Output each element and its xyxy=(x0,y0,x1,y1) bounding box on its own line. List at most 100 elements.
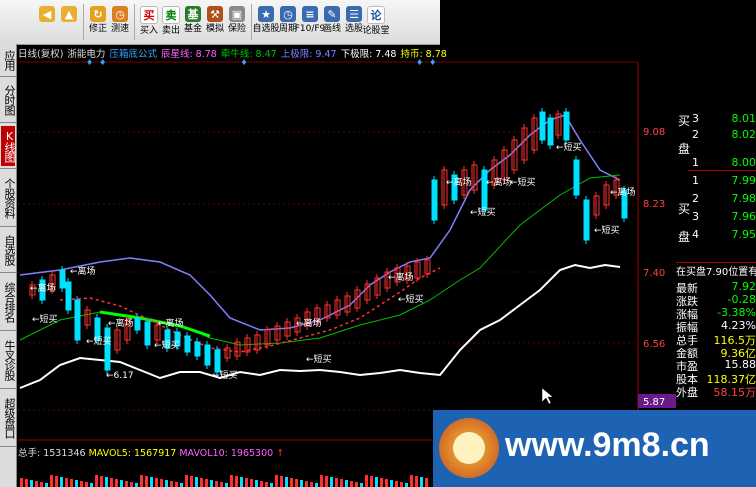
candle-body xyxy=(174,331,181,347)
candle-body xyxy=(471,164,478,191)
sidebar-tab-1[interactable]: 分时图 xyxy=(1,80,16,120)
sidebar-tab-3[interactable]: 个股资料 xyxy=(1,172,16,224)
volume-bar xyxy=(125,481,128,487)
candle-body xyxy=(264,329,271,346)
volume-bar xyxy=(235,476,238,487)
mouse-cursor-icon xyxy=(541,387,554,405)
signal-markers: ♦♦ ♦ ♦♦ xyxy=(86,58,443,67)
candle-body xyxy=(29,284,36,296)
toolbar-button-back[interactable]: ◀ xyxy=(36,2,58,42)
signal-annotation: ←短买 xyxy=(470,206,496,218)
volume-bar xyxy=(150,477,153,487)
lower-limit-line xyxy=(19,263,621,389)
volume-bar xyxy=(30,480,33,487)
order-book-row: 3 8.01 xyxy=(676,112,756,126)
toolbar-button-label: 选股 xyxy=(344,24,363,34)
sidebar-tab-7[interactable]: 超级盘口 xyxy=(1,392,16,444)
volume-bar xyxy=(425,478,428,487)
stat-row: 最新 7.92 xyxy=(676,280,756,295)
volume-bar xyxy=(105,477,108,487)
volume-bar xyxy=(20,478,23,487)
toolbar-button-label: 论股堂 xyxy=(362,26,390,36)
order-book-row: 2 7.98 xyxy=(676,192,756,206)
volume-bar xyxy=(210,480,213,487)
candle-body xyxy=(354,289,361,309)
volume-bar xyxy=(245,478,248,487)
toolbar-button-refresh[interactable]: ↻ 修正 xyxy=(87,2,109,42)
signal-annotation: ←短买 xyxy=(86,335,112,347)
order-book-price: 7.99 xyxy=(731,174,756,187)
signal-annotation: ←短买 xyxy=(556,141,582,153)
candle-body xyxy=(254,334,261,351)
lock-icon: ▣ xyxy=(229,6,245,22)
stat-row: 市盈 15.88 xyxy=(676,358,756,373)
toolbar-button-buy[interactable]: 买买入 xyxy=(138,2,160,42)
candle-body xyxy=(124,319,131,341)
volume-bar xyxy=(275,475,278,487)
sidebar-tab-4[interactable]: 自选股 xyxy=(1,230,16,270)
volume-bar xyxy=(185,475,188,487)
toolbar-button-hammer[interactable]: ⚒ 模拟 xyxy=(204,2,226,42)
toolbar-button-favorites[interactable]: ★ 自选股 xyxy=(253,2,280,42)
toolbar-button-f10[interactable]: ≡ F10/F9 xyxy=(295,2,325,42)
volume-bar xyxy=(390,480,393,487)
volume-bar xyxy=(300,480,303,487)
volume-bar xyxy=(385,479,388,487)
volume-bar xyxy=(320,475,323,487)
candle-body xyxy=(563,111,570,141)
toolbar-button-forum[interactable]: 论论股堂 xyxy=(362,2,390,42)
signal-annotation: ←短买 xyxy=(398,293,424,305)
toolbar-button-up-arrow[interactable]: ▲ xyxy=(58,2,80,42)
toolbar-button-clock[interactable]: ◷ 测速 xyxy=(109,2,131,42)
order-book-price: 7.96 xyxy=(731,210,756,223)
sidebar-separator xyxy=(0,168,16,169)
order-book-level: 2 xyxy=(692,128,699,141)
volume-bar xyxy=(25,479,28,487)
sidebar-tab-6[interactable]: 牛叉诊股 xyxy=(1,334,16,386)
volume-bar xyxy=(70,479,73,487)
stat-value: 58.15万 xyxy=(713,386,756,399)
toolbar-button-lock[interactable]: ▣ 保险 xyxy=(226,2,248,42)
sidebar-tab-2[interactable]: K线图 xyxy=(1,126,16,166)
stat-label: 外盘 xyxy=(676,386,698,399)
pen-icon: ✎ xyxy=(324,6,340,22)
volume-bar xyxy=(115,479,118,487)
toolbar-button-label: 卖出 xyxy=(161,26,180,36)
candle-body xyxy=(539,111,546,141)
toolbar-button-fund[interactable]: 基基金 xyxy=(182,2,204,42)
price-cursor-label: 5.87 xyxy=(643,397,665,408)
sidebar-tab-0[interactable]: 应用 xyxy=(1,46,16,74)
sell-icon: 卖 xyxy=(162,6,180,24)
volume-bar xyxy=(255,480,258,487)
toolbar-button-sell[interactable]: 卖卖出 xyxy=(160,2,182,42)
candle-body xyxy=(344,295,351,313)
quote-panel: 买 盘 买 盘 在买盘7.90位置有 3 8.01 2 8.02 1 8.00 1 7.99 2… xyxy=(676,110,756,410)
toolbar-separator xyxy=(251,4,252,40)
volume-bar xyxy=(335,478,338,487)
volume-bar xyxy=(60,477,63,487)
stat-row: 总手 116.5万 xyxy=(676,332,756,347)
sidebar-tab-5[interactable]: 综合排名 xyxy=(1,276,16,328)
volume-bar xyxy=(190,476,193,487)
screener-icon: ☰ xyxy=(346,6,362,22)
volume-bar xyxy=(180,483,183,487)
back-icon: ◀ xyxy=(39,6,55,22)
toolbar-button-pen[interactable]: ✎ 画线 xyxy=(321,2,343,42)
candle-body xyxy=(244,337,251,353)
volume-bar xyxy=(195,477,198,487)
buy-label-2: 盘 xyxy=(678,142,691,156)
signal-annotation: ←短买 xyxy=(32,313,58,325)
f10-icon: ≡ xyxy=(302,6,318,22)
candle-body xyxy=(274,325,281,341)
signal-annotation: ←离场 xyxy=(30,282,56,294)
toolbar-button-period[interactable]: ◷ 周期 xyxy=(277,2,299,42)
volume-bar xyxy=(260,481,263,487)
stat-row: 振幅 4.23% xyxy=(676,319,756,334)
volume-bar xyxy=(205,479,208,487)
upper-limit-line xyxy=(19,114,621,331)
candle-body xyxy=(424,259,431,275)
toolbar-button-screener[interactable]: ☰ 选股 xyxy=(343,2,365,42)
volume-bar xyxy=(330,477,333,487)
volume-bar xyxy=(405,483,408,487)
up-arrow-icon: ▲ xyxy=(61,6,77,22)
